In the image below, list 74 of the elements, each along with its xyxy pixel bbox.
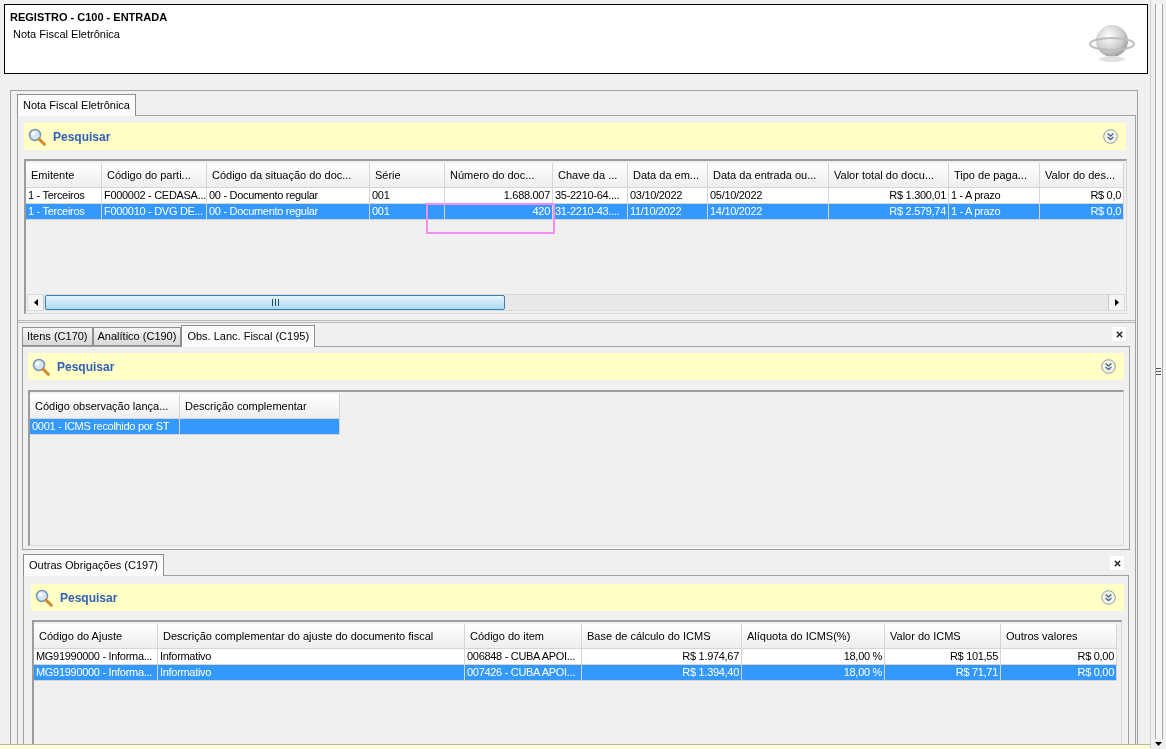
search-label[interactable]: Pesquisar	[53, 127, 111, 146]
table-cell: 420	[445, 204, 553, 220]
column-header[interactable]: Base de cálculo do ICMS	[582, 624, 742, 649]
table-cell: 0001 - ICMS recolhido por ST	[30, 419, 180, 435]
table-cell: 11/10/2022	[628, 204, 708, 220]
column-header[interactable]: Alíquota do ICMS(%)	[742, 624, 885, 649]
column-header[interactable]: Chave da ...	[553, 163, 628, 188]
column-header[interactable]: Tipo de paga...	[949, 163, 1040, 188]
column-header[interactable]: Valor total do docu...	[829, 163, 949, 188]
column-header[interactable]: Série	[370, 163, 445, 188]
table-row[interactable]: 1 - Terceiros F000002 - CEDASA... 00 - Documento regular 001 1.688.007 35-2210-64.... 03/10/2022 05/10/2022 R$ 1.300,01 1 - A prazo R$ 0,0	[26, 188, 1124, 204]
scrollbar-thumb[interactable]	[1154, 4, 1163, 739]
column-header[interactable]: Número do doc...	[445, 163, 553, 188]
close-button[interactable]	[1112, 327, 1126, 341]
table-cell: 18,00 %	[742, 665, 885, 681]
table-cell: 1 - A prazo	[949, 204, 1040, 220]
column-header[interactable]: Descrição complementar do ajuste do documento fiscal	[158, 624, 465, 649]
expand-icon[interactable]	[1101, 590, 1116, 605]
expand-icon[interactable]	[1101, 359, 1116, 374]
search-icon	[28, 127, 46, 146]
column-header[interactable]: Valor do ICMS	[885, 624, 1001, 649]
expand-icon[interactable]	[1103, 129, 1118, 144]
search-icon	[35, 588, 53, 607]
table-row[interactable]: MG91990000 - Informa... Informativo 006848 - CUBA APOI... R$ 1.974,67 18,00 % R$ 101,55 R$ 0,00	[34, 649, 1117, 665]
table-cell: F000010 - DVG DE...	[102, 204, 207, 220]
vertical-scrollbar[interactable]	[1150, 0, 1166, 749]
table-cell: R$ 1.394,40	[582, 665, 742, 681]
table-cell: 001	[370, 204, 445, 220]
search-label[interactable]: Pesquisar	[57, 357, 115, 376]
table-cell: Informativo	[158, 665, 465, 681]
grip-icon	[1156, 368, 1161, 375]
table-cell: MG91990000 - Informa...	[34, 665, 158, 681]
column-header[interactable]: Código do parti...	[102, 163, 207, 188]
table-cell: 1.688.007	[445, 188, 553, 204]
table-cell: 007426 - CUBA APOI...	[465, 665, 582, 681]
tab[interactable]: Itens (C170)	[22, 327, 93, 346]
tab[interactable]: Analítico (C190)	[92, 327, 182, 346]
column-header[interactable]: Código do item	[465, 624, 582, 649]
scroll-right-button[interactable]	[1108, 295, 1124, 310]
column-header[interactable]: Data da em...	[628, 163, 708, 188]
search-icon	[32, 357, 50, 376]
column-header[interactable]: Descrição complementar	[180, 394, 340, 419]
table-cell: R$ 71,71	[885, 665, 1001, 681]
close-icon	[1113, 559, 1121, 567]
page-title: REGISTRO - C100 - ENTRADA	[10, 10, 168, 24]
grip-icon	[271, 299, 279, 306]
column-header[interactable]: Código observação lança...	[30, 394, 180, 419]
table-cell: R$ 0,0	[1040, 204, 1124, 220]
left-arrow-icon	[33, 299, 38, 306]
tab[interactable]: Obs. Lanc. Fiscal (C195)	[181, 325, 316, 347]
table-cell: 31-2210-43....	[553, 204, 628, 220]
column-header[interactable]: Código da situação do doc...	[207, 163, 370, 188]
column-header[interactable]: Valor do des...	[1040, 163, 1124, 188]
tab[interactable]: Outras Obrigações (C197)	[23, 554, 164, 576]
scrollbar-thumb[interactable]	[45, 295, 505, 310]
column-header[interactable]: Outros valores	[1001, 624, 1117, 649]
column-header[interactable]: Código do Ajuste	[34, 624, 158, 649]
search-label[interactable]: Pesquisar	[60, 588, 118, 607]
close-icon	[1115, 330, 1123, 338]
down-arrow-icon[interactable]	[1155, 742, 1162, 746]
sphere-logo	[1089, 23, 1135, 63]
table-cell: 00 - Documento regular	[207, 204, 370, 220]
table-cell: 1 - Terceiros	[26, 204, 102, 220]
close-button[interactable]	[1110, 556, 1124, 570]
table-cell: 14/10/2022	[708, 204, 829, 220]
page-subtitle: Nota Fiscal Eletrônica	[13, 28, 121, 41]
right-arrow-icon	[1114, 299, 1119, 306]
scroll-left-button[interactable]	[28, 295, 44, 310]
table-cell: R$ 2.579,74	[829, 204, 949, 220]
tab[interactable]: Nota Fiscal Eletrônica	[17, 94, 136, 116]
table-cell: R$ 0,00	[1001, 665, 1117, 681]
column-header[interactable]: Data da entrada ou...	[708, 163, 829, 188]
horizontal-scrollbar[interactable]	[27, 294, 1125, 311]
column-header[interactable]: Emitente	[26, 163, 102, 188]
